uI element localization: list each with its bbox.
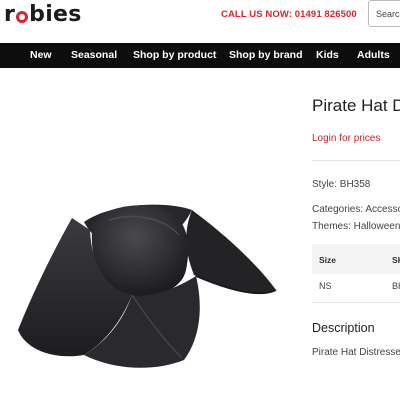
table-header-size: Size (319, 255, 337, 265)
nav-item-shop-by-brand[interactable]: Shop by brand (229, 49, 303, 61)
table-cell-sku: BH (392, 281, 400, 291)
nav-item-kids[interactable]: Kids (316, 49, 339, 61)
rubies-logo[interactable]: r bies (4, 2, 82, 27)
call-us-phone[interactable]: CALL US NOW: 01491 826500 (221, 9, 357, 20)
logo-letters: bies (29, 2, 82, 27)
login-for-prices-link[interactable]: Login for prices (312, 133, 380, 144)
nav-item-shop-by-product[interactable]: Shop by product (133, 49, 216, 61)
nav-item-new[interactable]: New (30, 49, 52, 61)
search-input[interactable]: Search (368, 0, 400, 27)
nav-item-seasonal[interactable]: Seasonal (71, 49, 117, 61)
product-themes[interactable]: Themes: Halloween, (312, 221, 400, 232)
table-header-sku: SK (392, 255, 400, 265)
nav-item-adults[interactable]: Adults (357, 49, 390, 61)
table-row-divider (312, 302, 400, 303)
main-nav: New Seasonal Shop by product Shop by bra… (0, 43, 400, 68)
logo-letter-r: r (4, 2, 16, 27)
description-heading: Description (312, 321, 375, 335)
product-style: Style: BH358 (312, 179, 371, 190)
pirate-hat-image[interactable] (14, 190, 286, 380)
product-categories[interactable]: Categories: Accesso (312, 204, 400, 215)
table-cell-size: NS (319, 281, 332, 291)
description-text: Pirate Hat Distresse (312, 347, 400, 358)
product-title: Pirate Hat D (312, 96, 400, 115)
site-header: rbies CALL US NOW: 01491 826500 Search (0, 0, 400, 43)
logo-dot-icon (16, 11, 29, 23)
divider (312, 160, 400, 161)
